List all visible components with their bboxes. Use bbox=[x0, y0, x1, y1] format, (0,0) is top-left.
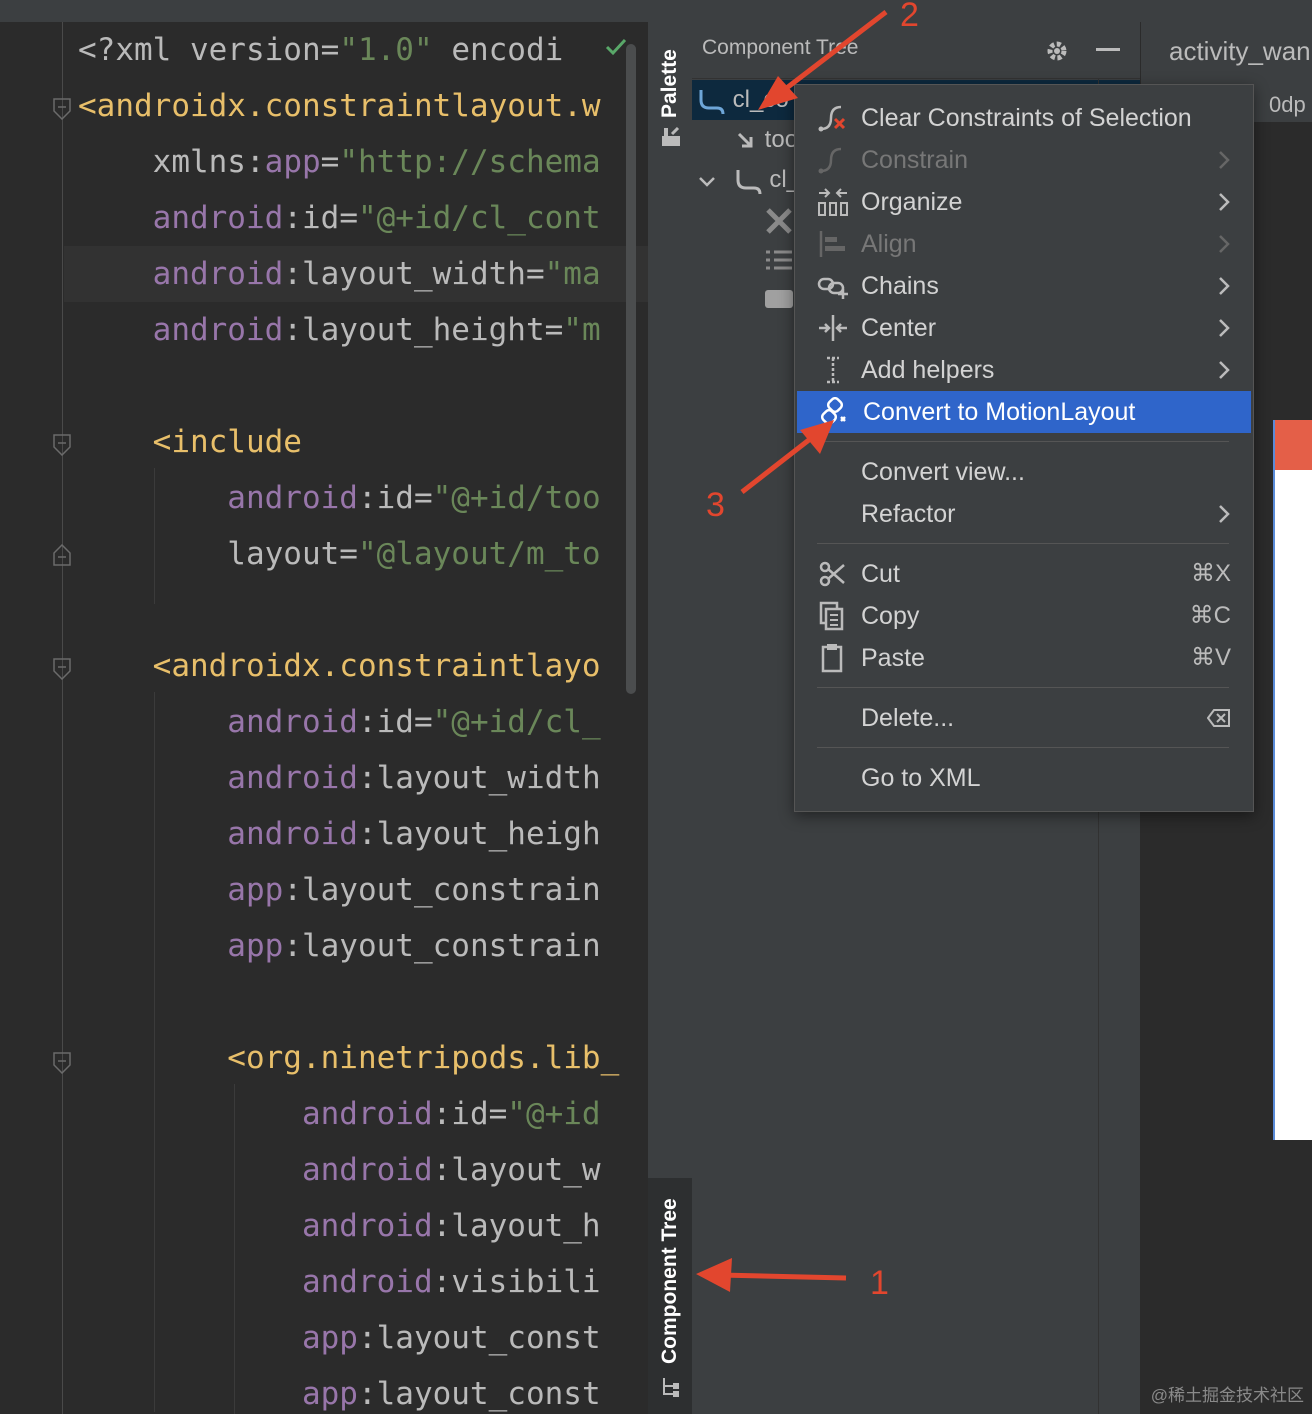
watermark: @稀土掘金技术社区 bbox=[1150, 1386, 1304, 1405]
annotation-layer bbox=[696, 10, 888, 1292]
annotation-arrow-3 bbox=[740, 420, 834, 494]
annotation-number-3: 3 bbox=[706, 486, 725, 524]
annotation-number-2: 2 bbox=[900, 0, 919, 34]
annotation-number-1: 1 bbox=[870, 1264, 889, 1302]
annotation-arrow-1 bbox=[696, 1258, 847, 1292]
annotation-arrow-2 bbox=[758, 10, 888, 110]
